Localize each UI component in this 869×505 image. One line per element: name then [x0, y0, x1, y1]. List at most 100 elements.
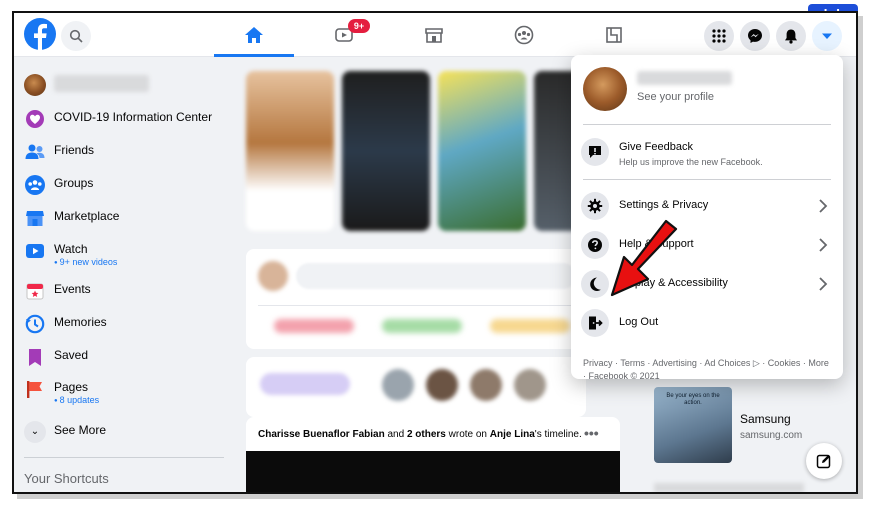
sidebar-divider — [24, 457, 224, 458]
marketplace-icon — [26, 211, 44, 226]
account-menu-button[interactable] — [812, 21, 842, 51]
ad-image-tagline: Be your eyes on the action. — [666, 393, 720, 406]
chevron-right-icon — [819, 238, 828, 252]
gaming-icon — [606, 27, 622, 43]
create-room-button[interactable] — [260, 373, 350, 395]
sidebar-item-label: COVID-19 Information Center — [54, 110, 213, 124]
feed-post: Charisse Buenaflor Fabian and 2 others w… — [246, 417, 620, 492]
chevron-right-icon — [819, 277, 828, 291]
contacts-heading-faded — [654, 483, 804, 492]
story-card[interactable] — [342, 71, 430, 231]
covid-info-icon — [26, 110, 44, 128]
menu-profile-link[interactable]: See your profile — [581, 65, 833, 117]
photo-video-button[interactable] — [382, 319, 462, 333]
sidebar-item-saved[interactable]: Saved — [24, 341, 234, 371]
chevron-right-icon — [819, 199, 828, 213]
avatar[interactable] — [514, 369, 546, 401]
frame-shadow-bottom — [17, 494, 863, 499]
sidebar-item-watch[interactable]: Watch 9+ new videos — [24, 235, 234, 267]
post-target-link[interactable]: Anje Lina — [490, 429, 535, 440]
ad-title: Samsung — [740, 412, 791, 426]
ad-image: Be your eyes on the action. — [654, 387, 732, 463]
feedback-icon — [581, 138, 609, 166]
messenger-icon — [748, 29, 762, 43]
menu-item-label: Settings & Privacy — [619, 199, 709, 211]
avatar — [24, 74, 46, 96]
menu-item-label: Give Feedback — [619, 141, 693, 153]
memories-icon — [25, 314, 45, 334]
avatar[interactable] — [470, 369, 502, 401]
sidebar-item-label: Watch — [54, 242, 88, 256]
pages-icon — [27, 381, 42, 398]
store-icon — [425, 28, 443, 43]
top-navigation-bar: 9+ — [14, 13, 856, 57]
tab-marketplace[interactable] — [394, 13, 474, 57]
gear-icon — [581, 192, 609, 220]
messenger-button[interactable] — [740, 21, 770, 51]
sidebar-item-see-more[interactable]: ⌄ See More — [24, 416, 234, 446]
menu-grid-button[interactable] — [704, 21, 734, 51]
events-icon — [26, 283, 44, 300]
chevron-down-icon: ⌄ — [24, 421, 46, 443]
menu-item-settings-privacy[interactable]: Settings & Privacy — [581, 189, 833, 223]
post-others-link[interactable]: 2 others — [407, 429, 446, 440]
menu-footer-links[interactable]: Privacy · Terms · Advertising · Ad Choic… — [583, 357, 833, 383]
see-your-profile-label: See your profile — [637, 91, 715, 103]
pages-updates-count: 8 updates — [54, 395, 100, 405]
account-dropdown-menu: See your profile Give Feedback Help us i… — [571, 55, 843, 381]
sidebar-item-friends[interactable]: Friends — [24, 136, 234, 166]
search-icon[interactable] — [61, 21, 91, 51]
caret-down-icon — [822, 33, 832, 39]
facebook-logo-icon[interactable] — [24, 18, 56, 50]
watch-icon — [26, 244, 44, 258]
sidebar-item-covid[interactable]: COVID-19 Information Center — [24, 103, 234, 133]
sidebar-item-marketplace[interactable]: Marketplace — [24, 202, 234, 232]
sidebar-item-events[interactable]: Events — [24, 275, 234, 305]
composer-divider — [258, 305, 574, 306]
frame-shadow-right — [858, 16, 863, 498]
sidebar-item-label: Friends — [54, 143, 95, 157]
saved-icon — [29, 349, 41, 366]
sidebar-item-pages[interactable]: Pages 8 updates — [24, 373, 234, 405]
whats-on-your-mind-input[interactable] — [296, 263, 576, 289]
watch-new-videos-count: 9+ new videos — [54, 257, 118, 267]
menu-item-sublabel: Help us improve the new Facebook. — [619, 157, 763, 167]
notifications-button[interactable] — [776, 21, 806, 51]
screenshot-frame: 9+ COVID-19 Information Center Friends G… — [12, 11, 858, 494]
sidebar-profile-name-redacted — [54, 75, 149, 92]
avatar[interactable] — [426, 369, 458, 401]
tab-home[interactable] — [214, 13, 294, 57]
avatar[interactable] — [382, 369, 414, 401]
menu-item-log-out[interactable]: Log Out — [581, 306, 833, 340]
stories-tray — [246, 71, 622, 237]
edit-icon — [816, 454, 831, 469]
sidebar-item-label: Groups — [54, 176, 94, 190]
groups-nav-icon — [514, 25, 534, 45]
left-sidebar: COVID-19 Information Center Friends Grou… — [14, 57, 239, 492]
tab-groups[interactable] — [484, 13, 564, 57]
grid-icon — [712, 29, 726, 43]
post-author-link[interactable]: Charisse Buenaflor Fabian — [258, 429, 385, 440]
create-story-card[interactable] — [246, 71, 334, 231]
new-message-button[interactable] — [806, 443, 842, 479]
tab-watch[interactable]: 9+ — [304, 13, 384, 57]
sidebar-item-memories[interactable]: Memories — [24, 308, 234, 338]
post-header-text: Charisse Buenaflor Fabian and 2 others w… — [258, 429, 582, 440]
avatar — [583, 67, 627, 111]
sidebar-item-label: Pages — [54, 380, 89, 394]
sidebar-item-label: Memories — [54, 315, 107, 329]
home-icon — [245, 27, 263, 43]
rooms-bar — [246, 357, 586, 417]
tab-gaming[interactable] — [574, 13, 654, 57]
post-options-icon[interactable]: ••• — [584, 425, 599, 441]
watch-notification-badge: 9+ — [348, 19, 370, 33]
sidebar-item-groups[interactable]: Groups — [24, 169, 234, 199]
post-video[interactable] — [246, 451, 620, 492]
story-card[interactable] — [438, 71, 526, 231]
live-video-button[interactable] — [274, 319, 354, 333]
menu-item-give-feedback[interactable]: Give Feedback Help us improve the new Fa… — [581, 135, 833, 169]
sidebar-item-profile[interactable] — [24, 69, 234, 99]
menu-profile-name-redacted — [637, 71, 732, 85]
sidebar-item-label: See More — [54, 423, 107, 437]
feeling-activity-button[interactable] — [490, 319, 570, 333]
